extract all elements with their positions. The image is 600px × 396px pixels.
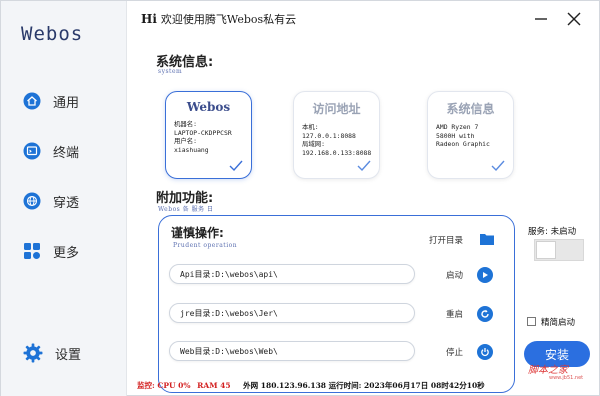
extra-features-subtitle: Webos 各 服务 日 — [158, 206, 214, 213]
minimize-button[interactable] — [531, 9, 551, 29]
sidebar-item-label: 终端 — [53, 145, 80, 161]
check-icon — [491, 160, 505, 172]
folder-icon[interactable] — [479, 232, 495, 246]
lite-mode-label: 精简启动 — [541, 318, 576, 328]
lite-mode-checkbox[interactable] — [527, 317, 536, 326]
api-directory-field[interactable]: Api目录:D:\webos\api\ — [169, 264, 415, 284]
operations-panel: 谨慎操作: Prudent operation 打开目录 Api目录:D:\we… — [158, 215, 515, 393]
sidebar-item-terminal[interactable]: 终端 — [23, 139, 79, 163]
sidebar-item-tunnel[interactable]: 穿透 — [23, 189, 79, 213]
info-card-webos[interactable]: Webos 机器名: LAPTOP-CKDPPCSR 用户名: xiashuan… — [165, 91, 252, 179]
app-logo: Webos — [21, 23, 84, 45]
check-icon — [229, 160, 243, 172]
gear-icon — [23, 343, 43, 363]
stop-button[interactable] — [477, 344, 493, 360]
stop-label: 停止 — [446, 348, 464, 358]
cpu-usage: CPU 0% — [157, 381, 191, 390]
check-icon — [357, 160, 371, 172]
app-window: Webos 通用 终端 穿透 更多 设置 Hi 欢迎使用腾飞Webos私有云 系… — [0, 0, 600, 396]
info-card-address[interactable]: 访问地址 本机: 127.0.0.1:8088 局域网: 192.168.0.1… — [293, 91, 380, 179]
card-title: 访问地址 — [312, 102, 361, 116]
terminal-icon — [23, 142, 41, 160]
sidebar: Webos 通用 终端 穿透 更多 设置 — [1, 1, 127, 396]
sidebar-item-general[interactable]: 通用 — [23, 89, 79, 113]
power-icon — [481, 348, 489, 357]
operations-subtitle: Prudent operation — [173, 242, 238, 249]
restart-icon — [481, 309, 489, 318]
card-title: Webos — [186, 100, 231, 114]
sidebar-item-more[interactable]: 更多 — [23, 239, 79, 263]
sidebar-item-label: 更多 — [53, 245, 80, 261]
sidebar-item-label: 设置 — [55, 347, 82, 363]
web-directory-field[interactable]: Web目录:D:\webos\Web\ — [169, 341, 415, 361]
start-label: 启动 — [446, 271, 464, 281]
sidebar-item-settings[interactable]: 设置 — [23, 341, 81, 365]
info-card-system[interactable]: 系统信息 AMD Ryzen 7 5800H with Radeon Graph… — [427, 91, 514, 179]
home-icon — [23, 92, 41, 110]
card-body: AMD Ryzen 7 5800H with Radeon Graphic — [436, 123, 490, 149]
status-bar: 监控: CPU 0% RAM 45 外网 180.123.96.138 运行时间… — [137, 380, 485, 392]
service-status-label: 服务: 未启动 — [528, 227, 577, 237]
sidebar-item-label: 通用 — [53, 95, 80, 111]
close-button[interactable] — [564, 9, 584, 29]
restart-label: 重启 — [446, 310, 464, 320]
card-body: 机器名: LAPTOP-CKDPPCSR 用户名: xiashuang — [174, 120, 232, 154]
watermark: 脚本之家 — [528, 365, 568, 376]
system-info-subtitle: system — [158, 68, 183, 75]
operations-title: 谨慎操作: — [171, 226, 224, 240]
grid-icon — [24, 243, 40, 259]
network-runtime: 外网 180.123.96.138 运行时间: 2023年06月17日 08时4… — [243, 381, 485, 390]
watermark-url: www.jb51.net — [549, 375, 584, 381]
card-title: 系统信息 — [446, 102, 495, 116]
start-button[interactable] — [477, 267, 493, 283]
card-body: 本机: 127.0.0.1:8088 局域网: 192.168.0.133:80… — [302, 123, 372, 157]
sidebar-item-label: 穿透 — [53, 195, 80, 211]
greeting: Hi — [141, 12, 157, 26]
title-text: 欢迎使用腾飞Webos私有云 — [160, 13, 297, 26]
jre-directory-field[interactable]: jre目录:D:\webos\Jer\ — [169, 303, 415, 323]
window-title: Hi 欢迎使用腾飞Webos私有云 — [141, 11, 296, 27]
globe-icon — [23, 192, 41, 210]
service-toggle[interactable] — [534, 239, 584, 261]
open-directory-label[interactable]: 打开目录 — [429, 234, 463, 246]
ram-usage: RAM 45 — [197, 381, 231, 390]
play-icon — [483, 272, 488, 278]
restart-button[interactable] — [477, 306, 493, 322]
toggle-knob — [536, 241, 556, 259]
monitor-label: 监控: — [137, 381, 155, 390]
